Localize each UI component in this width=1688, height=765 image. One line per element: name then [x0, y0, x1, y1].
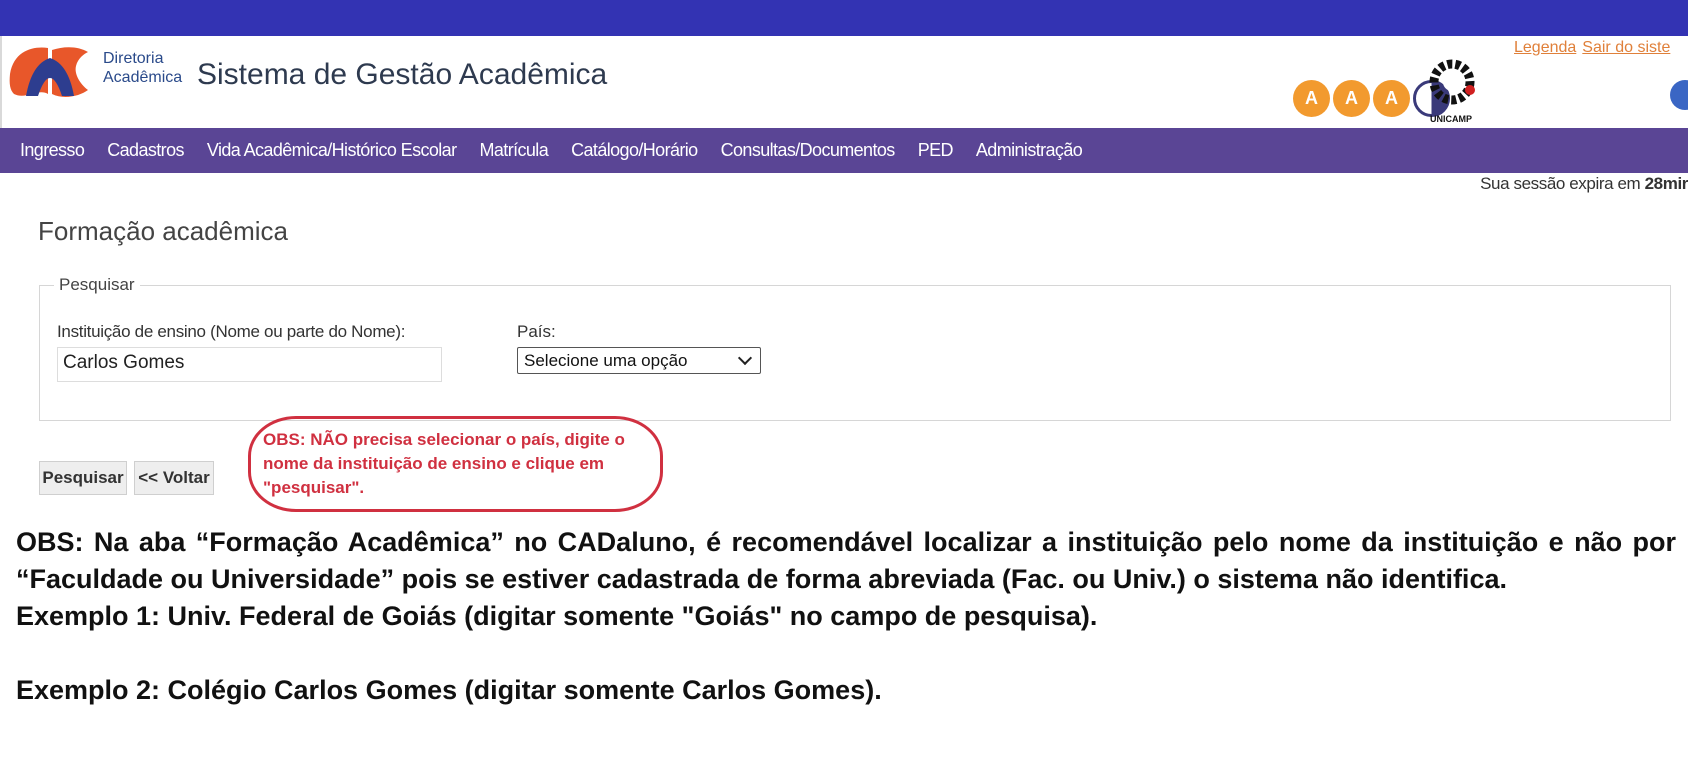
session-time: 28mir — [1644, 174, 1688, 193]
country-select[interactable]: Selecione uma opção — [517, 347, 761, 374]
country-label: País: — [517, 322, 556, 341]
top-links: Legenda Sair do siste — [1508, 39, 1688, 57]
country-select-value: Selecione uma opção — [524, 350, 688, 370]
page-title: Formação acadêmica — [38, 216, 288, 246]
directorate-line-1: Diretoria — [103, 50, 164, 67]
directorate-name: Diretoria Acadêmica — [103, 49, 182, 87]
main-nav: Ingresso Cadastros Vida Acadêmica/Histór… — [0, 128, 1688, 173]
unicamp-label: UNICAMP — [1430, 114, 1472, 124]
nav-item-consultas[interactable]: Consultas/Documentos — [721, 140, 896, 161]
session-prefix: Sua sessão expira em — [1480, 174, 1645, 193]
language-globe-icon[interactable] — [1670, 80, 1688, 110]
nav-item-administracao[interactable]: Administração — [976, 140, 1083, 161]
logout-link[interactable]: Sair do siste — [1582, 39, 1670, 56]
app-title: Sistema de Gestão Acadêmica — [197, 58, 608, 91]
unicamp-logo-icon: UNICAMP — [1429, 59, 1475, 124]
font-size-small-button[interactable]: A — [1293, 80, 1330, 117]
font-size-medium-button[interactable]: A — [1333, 80, 1370, 117]
chevron-down-icon — [737, 350, 753, 365]
back-button[interactable]: << Voltar — [134, 461, 214, 495]
nav-item-ped[interactable]: PED — [918, 140, 954, 161]
legend-link[interactable]: Legenda — [1514, 39, 1576, 56]
session-timer: Sua sessão expira em 28mir — [1480, 174, 1688, 194]
header: Diretoria Acadêmica Sistema de Gestão Ac… — [0, 36, 1688, 128]
directorate-line-2: Acadêmica — [103, 69, 183, 86]
search-button[interactable]: Pesquisar — [39, 461, 127, 495]
institution-input[interactable]: Carlos Gomes — [57, 347, 442, 382]
notes-spacer — [16, 635, 1676, 672]
notes-paragraph: OBS: Na aba “Formação Acadêmica” no CADa… — [16, 527, 1676, 594]
nav-item-catalogo[interactable]: Catálogo/Horário — [571, 140, 698, 161]
nav-item-matricula[interactable]: Matrícula — [479, 140, 548, 161]
notes-example-2: Exemplo 2: Colégio Carlos Gomes (digitar… — [16, 675, 882, 705]
nav-item-ingresso[interactable]: Ingresso — [20, 140, 85, 161]
nav-item-vida-academica[interactable]: Vida Acadêmica/Histórico Escolar — [207, 140, 457, 161]
top-bar — [0, 0, 1688, 36]
instructions-notes: OBS: Na aba “Formação Acadêmica” no CADa… — [16, 524, 1676, 709]
font-size-large-button[interactable]: A — [1373, 80, 1410, 117]
da-logo-icon — [9, 47, 88, 97]
notes-example-1: Exemplo 1: Univ. Federal de Goiás (digit… — [16, 601, 1098, 631]
nav-item-cadastros[interactable]: Cadastros — [107, 140, 184, 161]
callout-note: OBS: NÃO precisa selecionar o país, digi… — [263, 430, 625, 497]
institution-label: Instituição de ensino (Nome ou parte do … — [57, 322, 406, 341]
search-legend: Pesquisar — [54, 275, 140, 295]
